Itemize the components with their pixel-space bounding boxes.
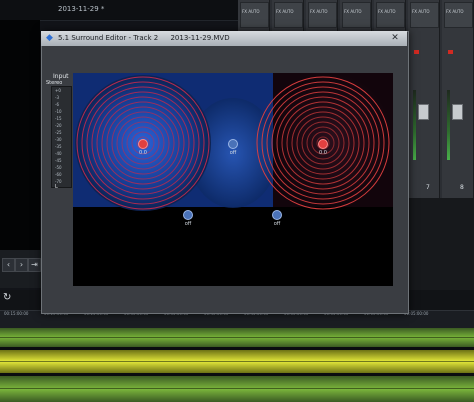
speaker-surround-right[interactable]: off	[267, 210, 287, 227]
front-left-value: 0.0	[139, 150, 147, 156]
document-tab-strip	[0, 0, 238, 21]
scale-footer-label: L	[55, 184, 58, 190]
channel-auto-label[interactable]: FX AUTO	[344, 9, 362, 14]
front-right-speaker-icon[interactable]	[318, 139, 328, 149]
surround-right-speaker-icon[interactable]	[272, 210, 282, 220]
surround-left-speaker-icon[interactable]	[183, 210, 193, 220]
channel-auto-label[interactable]: FX AUTO	[412, 9, 430, 14]
step-forward-icon[interactable]: ⇥	[28, 258, 41, 272]
record-led[interactable]	[448, 50, 453, 54]
nav-left-icon[interactable]: ‹	[2, 258, 15, 272]
dialog-title-text: 5.1 Surround Editor - Track 2	[58, 34, 159, 42]
scale-label: -3	[55, 95, 59, 100]
speaker-surround-left[interactable]: off	[178, 210, 198, 227]
channel-auto-label[interactable]: FX AUTO	[378, 9, 396, 14]
scale-label: -20	[55, 123, 62, 128]
channel-number: 8	[460, 184, 464, 191]
channel-auto-label[interactable]: FX AUTO	[446, 9, 464, 14]
scale-label: -60	[55, 172, 62, 177]
surround-left-value: off	[184, 221, 192, 227]
scale-label: -40	[55, 151, 62, 156]
front-left-speaker-icon[interactable]	[138, 139, 148, 149]
scale-label: -35	[55, 144, 62, 149]
scale-label: -45	[55, 158, 62, 163]
surround-sound-field[interactable]: 0.0 0.0 off off off	[73, 73, 393, 286]
level-meter	[413, 90, 416, 160]
audio-track-waveform-selected[interactable]	[0, 350, 474, 373]
channel-auto-label[interactable]: FX AUTO	[242, 9, 260, 14]
mixer-channel: FX AUTO 8	[442, 0, 474, 198]
scale-label: -6	[55, 102, 59, 107]
audio-track-waveform[interactable]	[0, 328, 474, 347]
record-led[interactable]	[414, 50, 419, 54]
scale-label: -25	[55, 130, 62, 135]
level-meter	[447, 90, 450, 160]
dialog-title: 5.1 Surround Editor - Track 2 2013-11-29…	[58, 34, 230, 42]
sound-field-graphic	[73, 73, 393, 211]
channel-fader[interactable]	[418, 104, 429, 120]
nav-right-icon[interactable]: ›	[15, 258, 28, 272]
channel-number: 7	[426, 184, 430, 191]
channel-auto-label[interactable]: FX AUTO	[310, 9, 328, 14]
mixer-channel: FX AUTO 7	[408, 0, 440, 198]
ruler-tick: 00:15:00:00	[4, 311, 29, 316]
scale-label: -10	[55, 109, 62, 114]
speaker-front-left[interactable]: 0.0	[133, 139, 153, 156]
center-speaker-icon[interactable]	[228, 139, 238, 149]
refresh-icon[interactable]: ↻	[3, 292, 11, 303]
close-icon[interactable]: ✕	[388, 32, 402, 44]
input-label: Input	[53, 73, 69, 80]
scale-label: -30	[55, 137, 62, 142]
scale-label: -15	[55, 116, 62, 121]
surround-right-value: off	[273, 221, 281, 227]
channel-fader[interactable]	[452, 104, 463, 120]
dialog-title-project: 2013-11-29.MVD	[170, 34, 230, 42]
preview-panel	[0, 20, 40, 256]
front-right-value: 0.0	[319, 150, 327, 156]
document-tab[interactable]: 2013-11-29 *	[58, 5, 104, 13]
center-value: off	[229, 150, 237, 156]
scale-label: -50	[55, 165, 62, 170]
audio-track-waveform[interactable]	[0, 376, 474, 402]
channel-auto-label[interactable]: FX AUTO	[276, 9, 294, 14]
speaker-center[interactable]: off	[223, 139, 243, 156]
app-logo-icon: ◆	[46, 33, 53, 43]
speaker-front-right[interactable]: 0.0	[313, 139, 333, 156]
scale-label: +0	[55, 88, 61, 93]
